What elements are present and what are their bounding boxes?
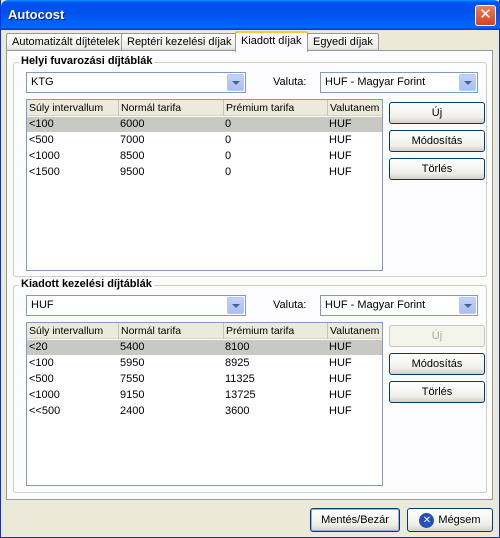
cell-normal: 9150 — [120, 389, 145, 401]
column-header[interactable]: Prémium tarifa — [224, 100, 328, 116]
table-row[interactable]: <20 5400 8100 HUF — [27, 340, 382, 355]
tariff-table-combo-value: KTG — [31, 76, 54, 88]
cell-normal: 5400 — [120, 341, 145, 353]
column-header[interactable]: Valutanem — [328, 100, 382, 116]
currency-combo[interactable]: HUF - Magyar Forint — [320, 72, 478, 93]
cell-weight: <1000 — [29, 389, 60, 401]
cell-currency: HUF — [329, 341, 352, 353]
cell-normal: 5950 — [120, 357, 145, 369]
cancel-x-icon: ✕ — [419, 512, 435, 528]
cell-weight: <1500 — [29, 166, 60, 178]
window-title: Autocost — [8, 7, 65, 22]
tab-repteri-kezelesi-dijak[interactable]: Reptéri kezelési díjak — [121, 33, 238, 51]
currency-label: Valuta: — [273, 299, 307, 311]
cell-currency: HUF — [329, 405, 352, 417]
cell-weight: <100 — [29, 118, 54, 130]
issued-handling-group-title: Kiadott kezelési díjtáblák — [19, 278, 154, 290]
column-header[interactable]: Valutanem — [328, 323, 382, 339]
table-row[interactable]: <100 6000 0 HUF — [27, 117, 382, 132]
cell-premium: 3600 — [225, 405, 250, 417]
tab-automatizalt-dijtetelek[interactable]: Automatizált díjtételek — [6, 33, 126, 51]
cell-currency: HUF — [329, 134, 352, 146]
delete-button[interactable]: Törlés — [389, 158, 485, 180]
cell-currency: HUF — [329, 118, 352, 130]
cancel-label: Mégsem — [438, 514, 481, 526]
save-close-button[interactable]: Mentés/Bezár — [310, 508, 400, 532]
delete-button[interactable]: Törlés — [389, 381, 485, 403]
issued-handling-table[interactable]: Súly intervallum Normál tarifa Prémium t… — [26, 322, 383, 486]
cell-normal: 9500 — [120, 166, 145, 178]
cell-normal: 6000 — [120, 118, 145, 130]
tab-kiadott-dijak[interactable]: Kiadott díjak — [235, 31, 308, 52]
currency-combo[interactable]: HUF - Magyar Forint — [320, 295, 478, 316]
table-row[interactable]: <500 7000 0 HUF — [27, 133, 382, 148]
cell-premium: 0 — [225, 118, 232, 130]
title-bar[interactable]: Autocost ✕ — [1, 0, 500, 30]
table-row[interactable]: <1000 8500 0 HUF — [27, 149, 382, 164]
cell-premium: 8100 — [225, 341, 250, 353]
cell-currency: HUF — [329, 150, 352, 162]
column-header[interactable]: Normál tarifa — [119, 323, 224, 339]
new-button[interactable]: Új — [389, 325, 485, 347]
close-icon[interactable]: ✕ — [475, 5, 496, 26]
table-header: Súly intervallum Normál tarifa Prémium t… — [27, 323, 382, 339]
cell-normal: 7550 — [120, 373, 145, 385]
cell-weight: <<500 — [29, 405, 61, 417]
local-freight-table[interactable]: Súly intervallum Normál tarifa Prémium t… — [26, 99, 383, 271]
currency-combo-value: HUF - Magyar Forint — [325, 299, 426, 311]
table-row[interactable]: <1000 9150 13725 HUF — [27, 388, 382, 403]
column-header[interactable]: Prémium tarifa — [224, 323, 328, 339]
local-freight-group: Helyi fuvarozási díjtáblák KTG Valuta: H… — [13, 55, 487, 277]
table-row[interactable]: <<500 2400 3600 HUF — [27, 404, 382, 419]
cell-premium: 8925 — [225, 357, 250, 369]
currency-label: Valuta: — [273, 76, 307, 88]
handling-table-combo[interactable]: HUF — [26, 295, 246, 316]
issued-handling-group: Kiadott kezelési díjtáblák HUF Valuta: H… — [13, 278, 487, 493]
column-header[interactable]: Súly intervallum — [27, 100, 119, 116]
cell-weight: <500 — [29, 134, 54, 146]
chevron-down-icon[interactable] — [459, 297, 476, 314]
cell-weight: <1000 — [29, 150, 60, 162]
tab-panel: Helyi fuvarozási díjtáblák KTG Valuta: H… — [6, 50, 493, 500]
cell-normal: 7000 — [120, 134, 145, 146]
cell-normal: 2400 — [120, 405, 145, 417]
cell-premium: 0 — [225, 166, 232, 178]
column-header[interactable]: Súly intervallum — [27, 323, 119, 339]
table-row[interactable]: <500 7550 11325 HUF — [27, 372, 382, 387]
modify-button[interactable]: Módosítás — [389, 130, 485, 152]
cell-premium: 11325 — [225, 373, 255, 385]
chevron-down-icon[interactable] — [227, 297, 244, 314]
tab-egyedi-dijak[interactable]: Egyedi díjak — [307, 33, 379, 51]
cell-weight: <500 — [29, 373, 54, 385]
table-row[interactable]: <1500 9500 0 HUF — [27, 165, 382, 180]
chevron-down-icon[interactable] — [459, 74, 476, 91]
chevron-down-icon[interactable] — [227, 74, 244, 91]
cell-normal: 8500 — [120, 150, 145, 162]
cell-premium: 0 — [225, 150, 232, 162]
tariff-table-combo[interactable]: KTG — [26, 72, 246, 93]
cancel-button[interactable]: ✕ Mégsem — [407, 508, 493, 532]
table-header: Súly intervallum Normál tarifa Prémium t… — [27, 100, 382, 116]
cell-currency: HUF — [329, 373, 352, 385]
cell-premium: 13725 — [225, 389, 256, 401]
local-freight-group-title: Helyi fuvarozási díjtáblák — [19, 55, 155, 67]
handling-table-combo-value: HUF — [31, 299, 54, 311]
table-row[interactable]: <100 5950 8925 HUF — [27, 356, 382, 371]
new-button[interactable]: Új — [389, 102, 485, 124]
modify-button[interactable]: Módosítás — [389, 353, 485, 375]
column-header[interactable]: Normál tarifa — [119, 100, 224, 116]
cell-premium: 0 — [225, 134, 232, 146]
cell-weight: <100 — [29, 357, 54, 369]
autocost-window: Autocost ✕ Automatizált díjtételek Repté… — [0, 0, 500, 538]
cell-weight: <20 — [29, 341, 48, 353]
cell-currency: HUF — [329, 166, 352, 178]
currency-combo-value: HUF - Magyar Forint — [325, 76, 426, 88]
cell-currency: HUF — [329, 389, 352, 401]
cell-currency: HUF — [329, 357, 352, 369]
